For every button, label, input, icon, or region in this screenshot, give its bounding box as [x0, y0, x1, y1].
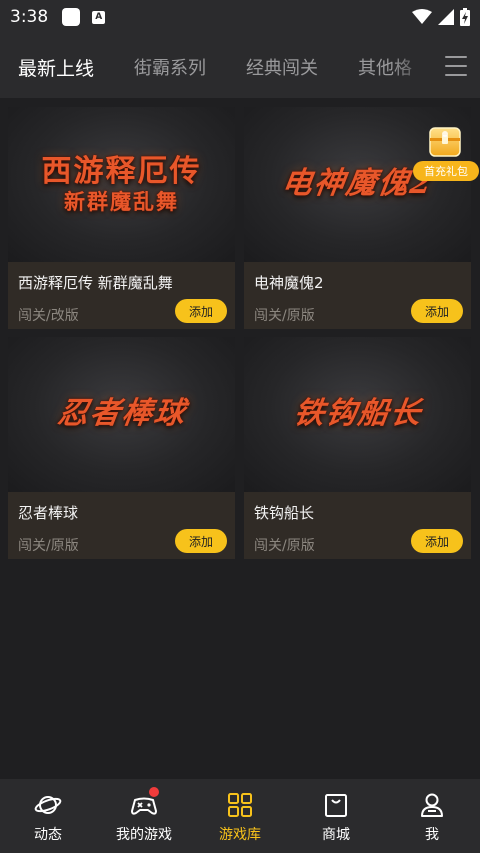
grid-icon	[228, 793, 252, 817]
battery-icon	[460, 8, 470, 26]
add-button[interactable]: 添加	[175, 299, 227, 323]
game-tags: 闯关/原版	[254, 308, 315, 324]
game-title: 电神魔傀2	[254, 274, 324, 292]
a-notification-icon: A	[92, 10, 106, 24]
add-button[interactable]: 添加	[411, 299, 463, 323]
game-cover[interactable]: 忍者棒球	[8, 337, 235, 492]
tab-fade	[392, 34, 430, 98]
game-info: 电神魔傀2 闯关/原版 添加	[244, 262, 471, 329]
gift-label: 首充礼包	[413, 161, 479, 181]
game-info: 铁钩船长 闯关/原版 添加	[244, 492, 471, 559]
game-tags: 闯关/原版	[254, 538, 315, 554]
notification-dot	[149, 787, 159, 797]
nav-label: 商城	[322, 827, 350, 843]
treasure-chest-icon	[429, 127, 461, 157]
tab-latest[interactable]: 最新上线	[18, 54, 94, 81]
planet-icon	[34, 796, 62, 814]
tab-street-fighter[interactable]: 街霸系列	[134, 54, 206, 80]
game-card[interactable]: 忍者棒球 忍者棒球 闯关/原版 添加	[8, 337, 235, 559]
nav-label: 我的游戏	[116, 827, 172, 843]
game-tags: 闯关/改版	[18, 308, 79, 324]
profile-icon	[421, 793, 443, 817]
game-cover[interactable]: 铁钩船长	[244, 337, 471, 492]
add-button[interactable]: 添加	[175, 529, 227, 553]
game-tags: 闯关/原版	[18, 538, 79, 554]
game-card[interactable]: 铁钩船长 铁钩船长 闯关/原版 添加	[244, 337, 471, 559]
signal-icon	[438, 9, 454, 25]
shop-icon	[325, 794, 347, 817]
nav-label: 动态	[34, 827, 62, 843]
game-title: 忍者棒球	[18, 504, 79, 522]
add-button[interactable]: 添加	[411, 529, 463, 553]
first-recharge-gift[interactable]: 首充礼包	[412, 122, 480, 182]
nav-item-feed[interactable]: 动态	[0, 779, 96, 853]
nav-item-my-games[interactable]: 我的游戏	[96, 779, 192, 853]
nav-label: 我	[425, 827, 439, 843]
nav-item-profile[interactable]: 我	[384, 779, 480, 853]
game-title: 铁钩船长	[254, 504, 315, 522]
cover-subtitle: 新群魔乱舞	[64, 188, 179, 214]
menu-icon[interactable]	[445, 56, 467, 76]
game-title: 西游释厄传 新群魔乱舞	[18, 274, 173, 292]
status-bar: 3:38 A	[0, 0, 480, 34]
nav-item-shop[interactable]: 商城	[288, 779, 384, 853]
bottom-navigation: 动态 我的游戏 游戏库 商城 我	[0, 779, 480, 853]
cover-title: 铁钩船长	[291, 396, 425, 432]
game-card[interactable]: 西游释厄传 新群魔乱舞 西游释厄传 新群魔乱舞 闯关/改版 添加	[8, 107, 235, 329]
game-info: 忍者棒球 闯关/原版 添加	[8, 492, 235, 559]
nav-item-game-library[interactable]: 游戏库	[192, 779, 288, 853]
status-time: 3:38	[10, 7, 49, 27]
category-tab-bar: 最新上线 街霸系列 经典闯关 其他格	[0, 34, 480, 98]
cover-title: 西游释厄传	[41, 154, 202, 190]
cover-title: 忍者棒球	[55, 396, 189, 432]
game-info: 西游释厄传 新群魔乱舞 闯关/改版 添加	[8, 262, 235, 329]
app-notification-icon	[62, 8, 81, 26]
game-cover[interactable]: 西游释厄传 新群魔乱舞	[8, 107, 235, 262]
tab-classic-levels[interactable]: 经典闯关	[246, 54, 318, 80]
wifi-icon	[412, 9, 432, 24]
nav-label: 游戏库	[219, 827, 261, 843]
